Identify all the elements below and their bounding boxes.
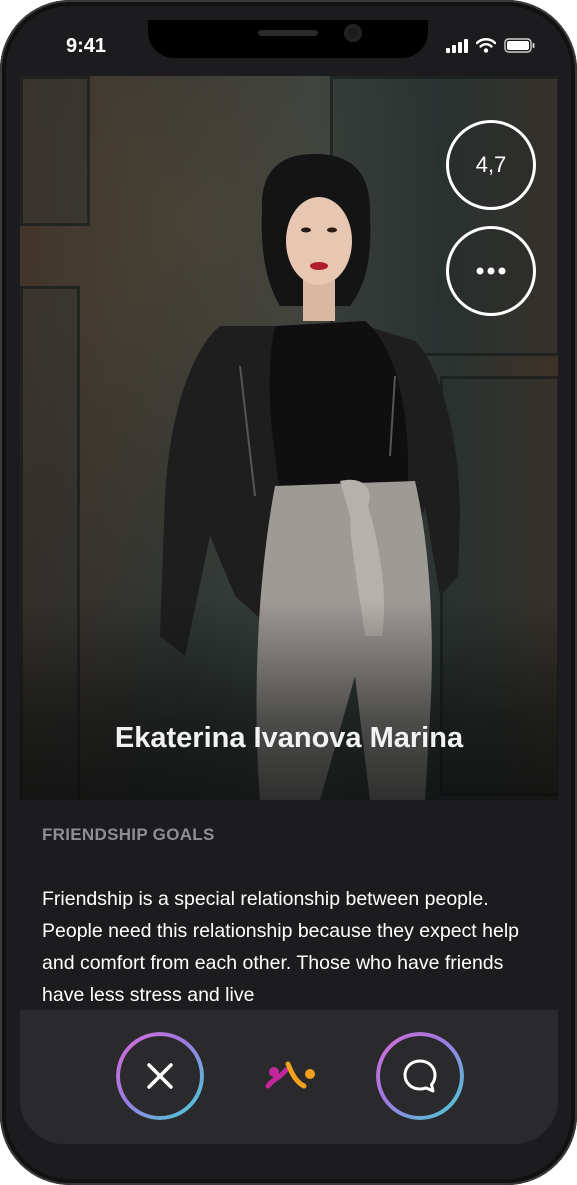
status-icons (446, 38, 536, 53)
profile-info-section: FRIENDSHIP GOALS Friendship is a special… (20, 801, 558, 1010)
phone-frame: 4,7 Ekaterina Ivanova Marina 9:41 FRIEND… (0, 0, 577, 1185)
photo-gradient-overlay (20, 600, 558, 800)
section-body: Friendship is a special relationship bet… (42, 888, 519, 1006)
battery-icon (504, 38, 535, 53)
status-time: 9:41 (66, 35, 107, 57)
profile-photo: 4,7 Ekaterina Ivanova Marina (20, 76, 558, 800)
close-icon (147, 1063, 173, 1089)
more-options-button[interactable] (446, 226, 536, 316)
profile-name: Ekaterina Ivanova Marina (114, 722, 464, 754)
action-bar (20, 1010, 558, 1144)
signal-icon (446, 38, 468, 53)
chat-bubble-icon (403, 1059, 437, 1093)
section-title: FRIENDSHIP GOALS (42, 825, 215, 844)
dismiss-button[interactable] (104, 1020, 216, 1132)
app-logo-icon (265, 1061, 315, 1089)
chat-button[interactable] (364, 1020, 476, 1132)
more-icon (476, 267, 506, 275)
wifi-icon (476, 38, 496, 53)
rating-badge[interactable]: 4,7 (446, 120, 536, 210)
app-screen: 4,7 Ekaterina Ivanova Marina 9:41 FRIEND… (20, 20, 558, 1144)
front-camera (344, 24, 362, 42)
speaker-grille (258, 30, 318, 36)
notch (148, 20, 428, 58)
status-bar: 9:41 (20, 20, 558, 76)
